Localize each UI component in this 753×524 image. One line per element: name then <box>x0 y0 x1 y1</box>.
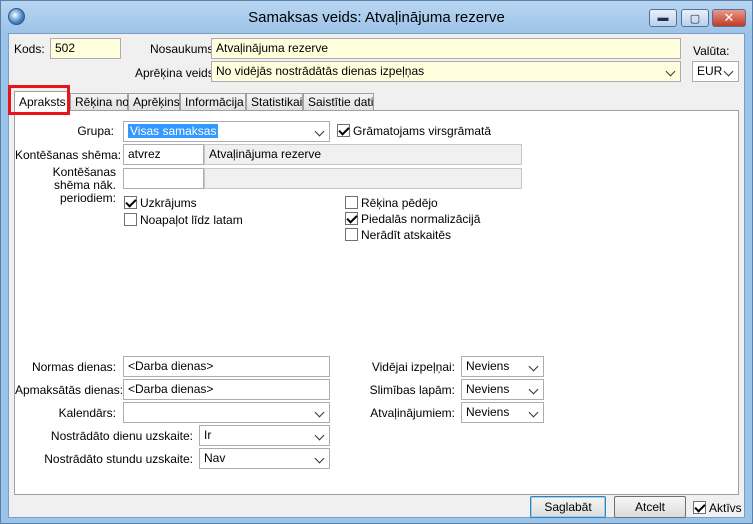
valuta-label: Valūta: <box>693 44 730 58</box>
nostradato-stundu-label: Nostrādāto stundu uzskaite: <box>44 452 193 466</box>
apraksts-panel: Grupa: Visas samaksas Grāmatojams virsgr… <box>14 110 739 495</box>
atvalinajumiem-value: Neviens <box>466 405 510 419</box>
normas-dienas-field[interactable]: <Darba dienas> <box>123 356 330 377</box>
piedalas-label: Piedalās normalizācijā <box>361 212 481 226</box>
active-label: Aktīvs <box>709 501 742 515</box>
aprekina-veids-label: Aprēķina veids: <box>135 66 218 80</box>
videjai-value: Neviens <box>466 359 510 373</box>
kalendars-select[interactable] <box>123 402 330 423</box>
valuta-select[interactable]: EUR <box>692 61 739 82</box>
neradit-checkbox[interactable] <box>345 228 358 241</box>
slimibas-value: Neviens <box>466 382 510 396</box>
save-button[interactable]: Saglabāt <box>530 496 606 518</box>
active-checkbox[interactable] <box>693 501 706 514</box>
aprekina-veids-value: No vidējās nostrādātās dienas izpeļņas <box>216 64 425 78</box>
window-title: Samaksas veids: Atvaļinājuma rezerve <box>248 9 505 26</box>
dialog-window: Samaksas veids: Atvaļinājuma rezerve ▬ ▢… <box>0 0 753 524</box>
nostradato-dienu-label: Nostrādāto dienu uzskaite: <box>50 429 193 443</box>
chevron-down-icon <box>314 452 326 465</box>
nosaukums-field[interactable]: Atvaļinājuma rezerve <box>211 38 681 59</box>
slimibas-select[interactable]: Neviens <box>461 379 544 400</box>
chevron-down-icon <box>528 360 540 373</box>
neradit-label: Nerādīt atskaitēs <box>361 228 452 242</box>
piedalas-checkbox[interactable] <box>345 212 358 225</box>
chevron-down-icon <box>665 65 677 78</box>
uzkrajums-label: Uzkrājums <box>140 196 197 210</box>
kods-field[interactable]: 502 <box>50 38 121 59</box>
highlight-box <box>8 85 70 115</box>
gramatojams-label: Grāmatojams virsgrāmatā <box>353 124 492 138</box>
videjai-label: Vidējai izpeļņai: <box>371 360 455 374</box>
slimibas-label: Slimības lapām: <box>369 383 455 397</box>
tab-rekina-no[interactable]: Rēķina no <box>70 93 129 111</box>
chevron-down-icon <box>314 125 326 138</box>
grupa-select[interactable]: Visas samaksas <box>123 121 330 142</box>
kontesanas-nak-name-field <box>204 168 522 189</box>
grupa-value: Visas samaksas <box>128 124 219 138</box>
atvalinajumiem-select[interactable]: Neviens <box>461 402 544 423</box>
rekina-pedejo-checkbox[interactable] <box>345 196 358 209</box>
chevron-down-icon <box>314 429 326 442</box>
minimize-icon[interactable]: ▬ <box>649 9 677 27</box>
kontesanas-name-field: Atvaļinājuma rezerve <box>204 144 522 165</box>
aprekina-veids-select[interactable]: No vidējās nostrādātās dienas izpeļņas <box>211 61 681 82</box>
kalendars-label: Kalendārs: <box>58 406 116 420</box>
gramatojams-checkbox[interactable] <box>337 124 350 137</box>
nostradato-stundu-value: Nav <box>204 451 226 465</box>
tab-informacija[interactable]: Informācija <box>180 93 246 111</box>
tab-aprekins[interactable]: Aprēķins <box>128 93 180 111</box>
atvalinajumiem-label: Atvaļinājumiem: <box>370 406 455 420</box>
tab-saistitie-dati[interactable]: Saistītie dati <box>303 93 374 111</box>
chevron-down-icon <box>528 406 540 419</box>
valuta-value: EUR <box>697 64 723 78</box>
dialog-client: Kods: 502 Nosaukums: Atvaļinājuma rezerv… <box>8 33 745 518</box>
noapalot-checkbox[interactable] <box>124 213 137 226</box>
noapalot-label: Noapaļot līdz latam <box>140 213 243 227</box>
rekina-pedejo-label: Rēķina pēdējo <box>361 196 438 210</box>
close-icon[interactable]: ✕ <box>712 9 746 27</box>
nostradato-dienu-select[interactable]: Ir <box>199 425 330 446</box>
nostradato-dienu-value: Ir <box>204 428 212 442</box>
kontesanas-label: Kontēšanas shēma: <box>15 148 122 162</box>
maximize-icon[interactable]: ▢ <box>681 9 709 27</box>
grupa-label: Grupa: <box>77 124 114 138</box>
kontesanas-code-field[interactable]: atvrez <box>123 144 204 165</box>
apmaksatas-dienas-field[interactable]: <Darba dienas> <box>123 379 330 400</box>
chevron-down-icon <box>314 406 326 419</box>
normas-dienas-label: Normas dienas: <box>31 360 116 374</box>
kontesanas-nak-label: Kontēšanas shēma nāk. periodiem: <box>52 165 116 205</box>
title-bar[interactable]: Samaksas veids: Atvaļinājuma rezerve ▬ ▢… <box>1 1 752 33</box>
nosaukums-label: Nosaukums: <box>150 42 217 56</box>
chevron-down-icon <box>528 383 540 396</box>
uzkrajums-checkbox[interactable] <box>124 196 137 209</box>
apmaksatas-dienas-label: Apmaksātās dienas: <box>15 383 124 397</box>
kods-label: Kods: <box>14 42 45 56</box>
cancel-button[interactable]: Atcelt <box>614 496 686 518</box>
kontesanas-nak-code-field[interactable] <box>123 168 204 189</box>
tab-statistikai[interactable]: Statistikai <box>246 93 303 111</box>
chevron-down-icon <box>723 65 735 78</box>
nostradato-stundu-select[interactable]: Nav <box>199 448 330 469</box>
videjai-select[interactable]: Neviens <box>461 356 544 377</box>
